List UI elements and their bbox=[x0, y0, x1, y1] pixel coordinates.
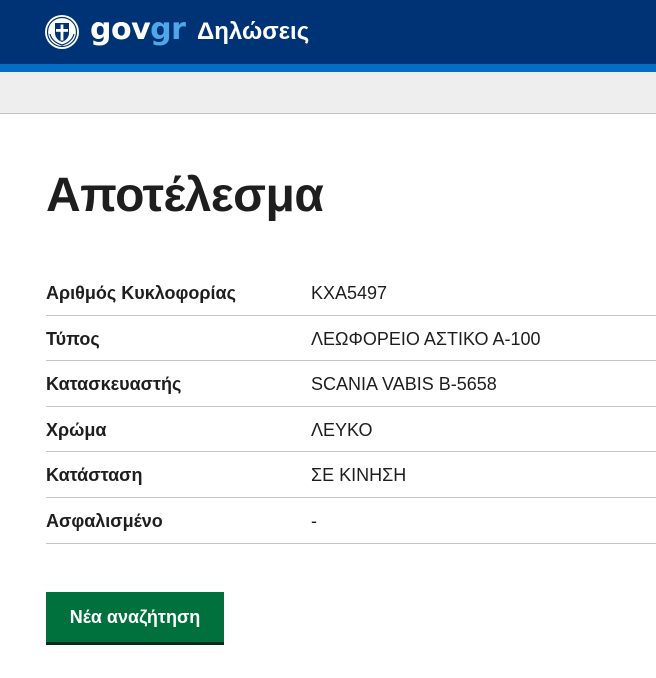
page-title: Αποτέλεσμα bbox=[46, 169, 324, 222]
logo-prefix: gov bbox=[90, 12, 151, 47]
row-label: Ασφαλισμένο bbox=[46, 510, 163, 531]
row-label: Τύπος bbox=[46, 328, 100, 349]
row-value: ΣΕ ΚΙΝΗΣΗ bbox=[311, 465, 407, 486]
row-value: ΚΧΑ5497 bbox=[311, 283, 388, 303]
row-label: Χρώμα bbox=[46, 419, 107, 440]
row-label: Κατασκευαστής bbox=[46, 374, 182, 395]
govgr-logo[interactable]: govgr bbox=[90, 8, 186, 52]
result-row: Χρώμα ΛΕΥΚΟ bbox=[46, 407, 656, 453]
result-row: Ασφαλισμένο - bbox=[46, 498, 656, 544]
result-row: Τύπος ΛΕΩΦΟΡΕΙΟ ΑΣΤΙΚΟ Α-100 bbox=[46, 316, 656, 362]
row-value: ΛΕΥΚΟ bbox=[311, 419, 373, 440]
header-title[interactable]: Δηλώσεις bbox=[197, 14, 309, 50]
new-search-button[interactable]: Νέα αναζήτηση bbox=[46, 592, 224, 642]
row-label: Αριθμός Κυκλοφορίας bbox=[46, 283, 236, 303]
breadcrumb-bar bbox=[0, 72, 656, 114]
result-row: Αριθμός Κυκλοφορίας ΚΧΑ5497 bbox=[46, 270, 656, 316]
row-label: Κατάσταση bbox=[46, 465, 143, 486]
row-value: ΛΕΩΦΟΡΕΙΟ ΑΣΤΙΚΟ Α-100 bbox=[311, 328, 541, 349]
site-header: govgr Δηλώσεις bbox=[0, 0, 656, 64]
logo-suffix: gr bbox=[150, 12, 186, 47]
results-list: Αριθμός Κυκλοφορίας ΚΧΑ5497 Τύπος ΛΕΩΦΟΡ… bbox=[46, 270, 656, 544]
result-row: Κατάσταση ΣΕ ΚΙΝΗΣΗ bbox=[46, 452, 656, 498]
result-row: Κατασκευαστής SCANIA VABIS B-5658 bbox=[46, 361, 656, 407]
greek-coat-of-arms-icon[interactable] bbox=[44, 14, 80, 50]
row-value: - bbox=[311, 510, 317, 531]
header-stripe bbox=[0, 64, 656, 72]
row-value: SCANIA VABIS B-5658 bbox=[311, 374, 497, 395]
